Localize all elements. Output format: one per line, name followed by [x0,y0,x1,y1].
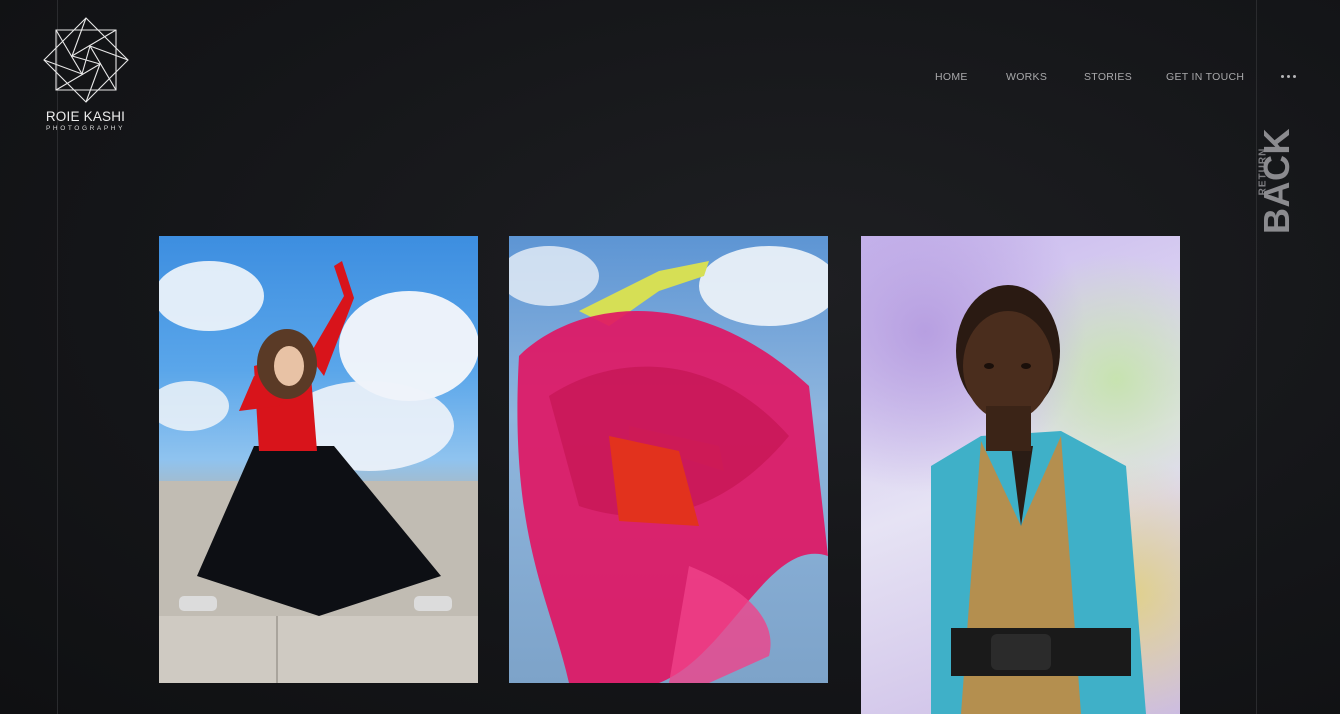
brand-logo[interactable]: ROIE KASHI PHOTOGRAPHY [38,16,133,132]
nav-get-in-touch[interactable]: GET IN TOUCH [1166,71,1244,83]
brand-subtitle: PHOTOGRAPHY [45,124,126,132]
back-button[interactable]: RETURN BACK [1237,118,1299,246]
nav-stories[interactable]: STORIES [1084,71,1132,83]
back-label: BACK [1256,128,1297,234]
nav-works[interactable]: WORKS [1006,71,1047,83]
more-dots-icon[interactable] [1281,75,1297,79]
photo-dancer-red-top[interactable] [159,236,478,683]
photo-dancer-pink-tulle[interactable] [509,236,828,683]
nav-home[interactable]: HOME [935,71,968,83]
geometric-star-icon [42,17,129,103]
brand-name: ROIE KASHI [45,109,126,124]
photo-portrait-patterned-coat[interactable] [861,236,1180,714]
right-guide-line [1256,0,1257,714]
